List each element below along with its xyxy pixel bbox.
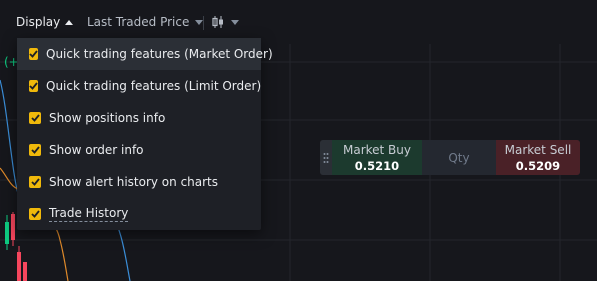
market-buy-price: 0.5210 <box>354 158 400 173</box>
price-source-label: Last Traded Price <box>87 15 190 29</box>
candlestick-icon <box>212 16 223 28</box>
checkbox-checked-icon[interactable] <box>29 80 38 92</box>
checkbox-checked-icon[interactable] <box>29 112 41 124</box>
menu-item-label: Quick trading features (Market Order) <box>46 47 273 61</box>
display-menu: Quick trading features (Market Order) Qu… <box>17 38 273 230</box>
caret-down-icon <box>231 19 239 25</box>
market-buy-label: Market Buy <box>342 142 411 157</box>
market-sell-label: Market Sell <box>504 142 572 157</box>
checkbox-checked-icon[interactable] <box>29 144 41 156</box>
display-dropdown[interactable]: Display <box>16 15 74 29</box>
toolbar-divider <box>203 16 204 30</box>
menu-item-label: Show order info <box>49 143 144 157</box>
menu-item-label: Quick trading features (Limit Order) <box>46 79 262 93</box>
drag-handle-icon[interactable] <box>320 140 332 175</box>
menu-item-alert-history[interactable]: Show alert history on charts <box>17 166 261 198</box>
menu-item-trade-history[interactable]: Trade History <box>17 198 261 230</box>
price-source-dropdown[interactable]: Last Traded Price <box>87 15 204 29</box>
display-label: Display <box>16 15 61 29</box>
menu-item-market-order[interactable]: Quick trading features (Market Order) <box>17 38 273 70</box>
checkbox-checked-icon[interactable] <box>29 176 41 188</box>
checkbox-checked-icon[interactable] <box>29 208 41 220</box>
checkbox-checked-icon[interactable] <box>29 48 38 60</box>
menu-item-label: Show positions info <box>49 111 166 125</box>
caret-up-icon <box>65 19 74 25</box>
menu-item-order-info[interactable]: Show order info <box>17 134 261 166</box>
market-buy-button[interactable]: Market Buy 0.5210 <box>332 140 422 175</box>
menu-item-positions-info[interactable]: Show positions info <box>17 102 261 134</box>
menu-item-label: Show alert history on charts <box>49 175 219 189</box>
market-sell-price: 0.5209 <box>515 158 561 173</box>
menu-item-limit-order[interactable]: Quick trading features (Limit Order) <box>17 70 261 102</box>
quick-trade-panel: Market Buy 0.5210 Qty Market Sell 0.5209 <box>320 140 580 175</box>
qty-input[interactable]: Qty <box>422 140 496 175</box>
chart-type-dropdown[interactable] <box>211 15 239 29</box>
menu-item-label: Trade History <box>49 206 129 222</box>
market-sell-button[interactable]: Market Sell 0.5209 <box>496 140 580 175</box>
